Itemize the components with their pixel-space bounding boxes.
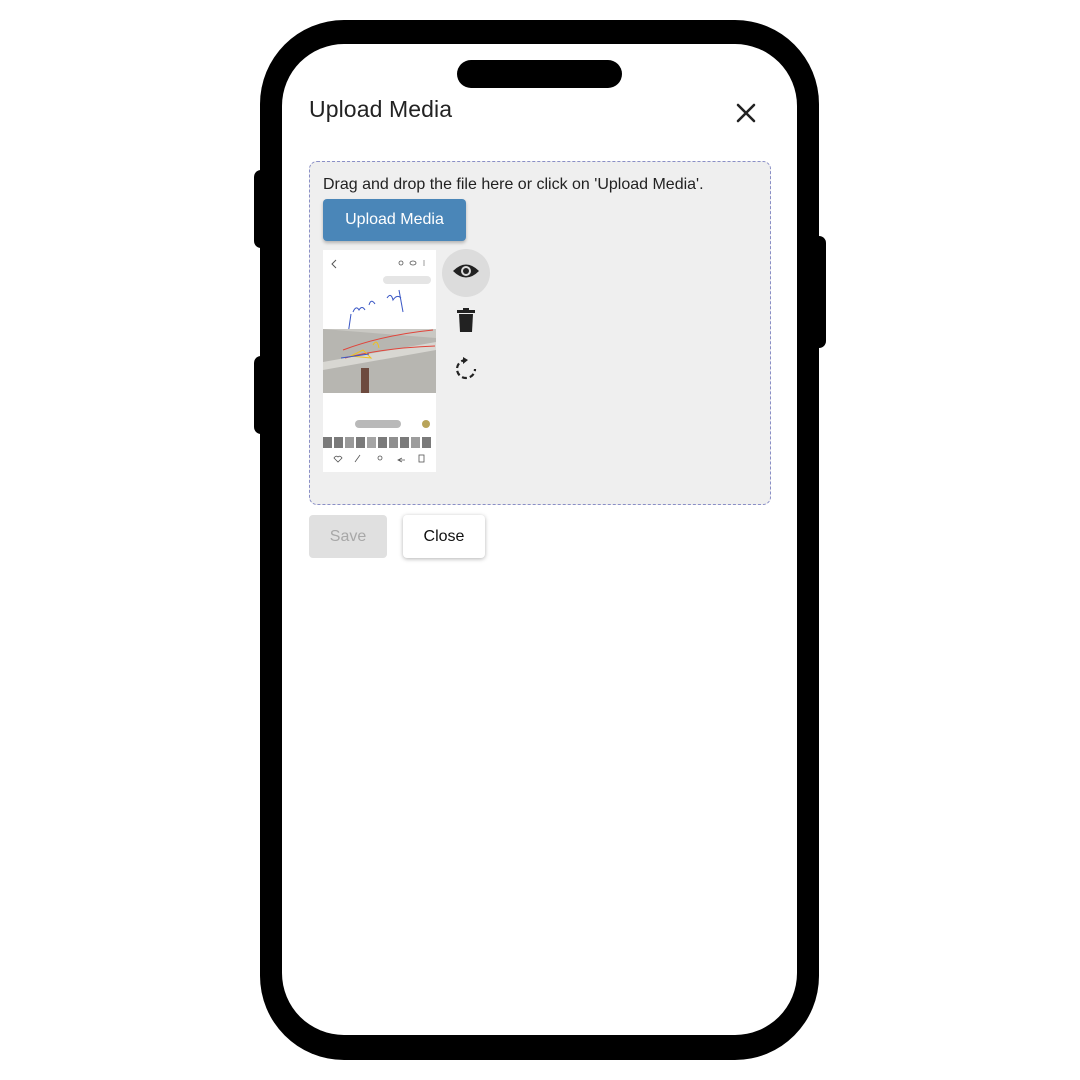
eye-icon (452, 261, 480, 286)
phone-side-button-left-bottom (254, 356, 268, 434)
save-button[interactable]: Save (309, 515, 387, 558)
phone-side-button-left-top (254, 170, 268, 248)
dropzone-hint: Drag and drop the file here or click on … (323, 176, 704, 193)
close-button[interactable]: Close (403, 515, 485, 558)
trash-icon (457, 307, 475, 337)
phone-side-button-right (812, 236, 826, 348)
delete-button[interactable] (442, 298, 490, 346)
phone-notch (457, 60, 622, 88)
close-icon[interactable] (733, 100, 759, 126)
upload-media-button[interactable]: Upload Media (323, 199, 466, 241)
dialog-title: Upload Media (309, 96, 453, 122)
view-button[interactable] (442, 249, 490, 297)
rotate-icon (454, 356, 478, 386)
replace-button[interactable] (442, 347, 490, 395)
media-thumbnail (323, 250, 436, 472)
